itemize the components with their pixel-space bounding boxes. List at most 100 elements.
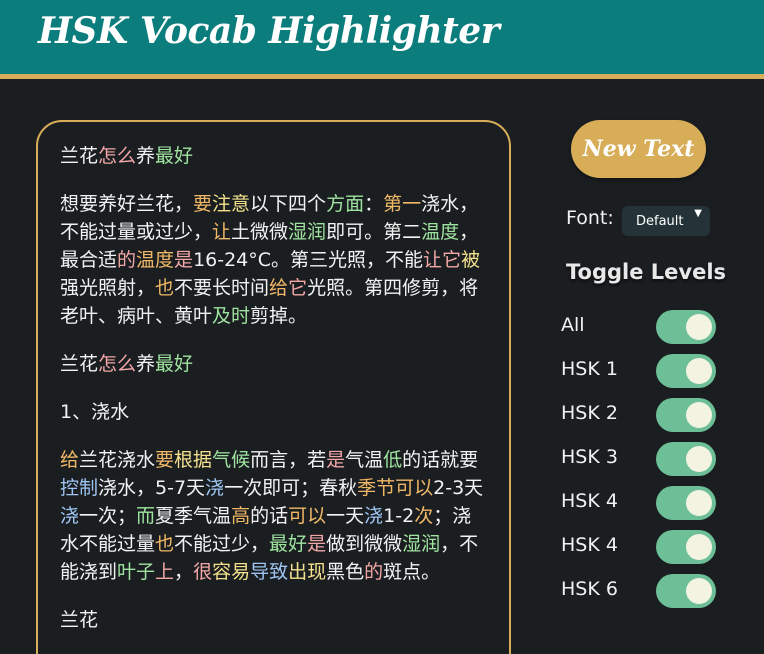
level-toggle-switch[interactable] bbox=[656, 442, 716, 476]
toggle-knob bbox=[686, 490, 712, 516]
vocab-word: 温度 bbox=[421, 221, 460, 243]
text-paragraph: 兰花怎么养最好 bbox=[60, 142, 487, 170]
vocab-word: 气候 bbox=[212, 449, 251, 471]
vocab-word: 可以 bbox=[288, 505, 327, 527]
vocab-word: 它 bbox=[442, 249, 462, 271]
text-segment: 想要养好兰花， bbox=[60, 193, 194, 215]
toggle-knob bbox=[686, 358, 712, 384]
vocab-word: 上 bbox=[155, 561, 175, 583]
text-segment: 1、浇水 bbox=[60, 401, 130, 423]
vocab-word: 浇 bbox=[364, 505, 384, 527]
vocab-word: 怎么 bbox=[98, 353, 137, 375]
vocab-word: 可以 bbox=[395, 477, 434, 499]
font-select[interactable]: Default ▼ bbox=[622, 206, 710, 236]
font-select-value: Default bbox=[636, 213, 684, 229]
vocab-word: 要 bbox=[155, 449, 175, 471]
level-label: All bbox=[561, 314, 585, 336]
text-segment: 不能过少， bbox=[174, 533, 270, 555]
text-segment: 做到微微 bbox=[326, 533, 403, 555]
text-segment: 一次； bbox=[79, 505, 137, 527]
text-segment: 气温 bbox=[345, 449, 384, 471]
text-segment: 一次即可；春秋 bbox=[224, 477, 358, 499]
vocab-word: 也 bbox=[155, 277, 175, 299]
vocab-word: 被 bbox=[461, 249, 481, 271]
app-title: HSK Vocab Highlighter bbox=[38, 10, 500, 52]
text-segment: 兰花 bbox=[60, 609, 99, 631]
header-divider bbox=[0, 74, 764, 79]
level-toggle-switch[interactable] bbox=[656, 486, 716, 520]
vocab-word: 浇 bbox=[205, 477, 225, 499]
vocab-word: 要 bbox=[193, 193, 213, 215]
vocab-word: 低 bbox=[383, 449, 403, 471]
vocab-word: 方面 bbox=[326, 193, 365, 215]
level-row: HSK 1 bbox=[561, 354, 721, 388]
level-row: HSK 2 bbox=[561, 398, 721, 432]
level-label: HSK 3 bbox=[561, 446, 618, 468]
vocab-word: 给 bbox=[269, 277, 289, 299]
toggle-knob bbox=[686, 534, 712, 560]
vocab-word: 是 bbox=[326, 449, 346, 471]
toggle-knob bbox=[686, 446, 712, 472]
level-toggle-switch[interactable] bbox=[656, 530, 716, 564]
toggle-knob bbox=[686, 578, 712, 604]
text-paragraph: 兰花 bbox=[60, 606, 487, 634]
toggle-levels-title: Toggle Levels bbox=[566, 260, 727, 284]
new-text-button[interactable]: New Text bbox=[571, 120, 706, 178]
vocab-word: 也 bbox=[155, 533, 175, 555]
vocab-word: 很 bbox=[193, 561, 213, 583]
level-row: HSK 4 bbox=[561, 486, 721, 520]
vocab-word: 让 bbox=[423, 249, 443, 271]
level-toggle-switch[interactable] bbox=[656, 354, 716, 388]
level-toggle-switch[interactable] bbox=[656, 310, 716, 344]
vocab-word: 湿润 bbox=[288, 221, 327, 243]
level-row: HSK 4 bbox=[561, 530, 721, 564]
vocab-word: 高 bbox=[231, 505, 251, 527]
text-segment: ， bbox=[174, 561, 194, 583]
level-row: All bbox=[561, 310, 721, 344]
level-row: HSK 3 bbox=[561, 442, 721, 476]
vocab-word: 是 bbox=[307, 533, 327, 555]
text-segment: 斑点。 bbox=[383, 561, 441, 583]
text-paragraph: 想要养好兰花，要注意以下四个方面：第一浇水，不能过量或过少，让土微微湿润即可。第… bbox=[60, 190, 487, 330]
text-segment: 一天 bbox=[326, 505, 365, 527]
text-segment: 兰花 bbox=[60, 353, 99, 375]
app-header: HSK Vocab Highlighter bbox=[0, 0, 764, 74]
text-segment: 即可。第二 bbox=[326, 221, 422, 243]
text-segment: 的话就要 bbox=[402, 449, 479, 471]
text-segment: 的话 bbox=[250, 505, 289, 527]
text-segment: 夏季气温 bbox=[155, 505, 232, 527]
vocab-word: 控制 bbox=[60, 477, 99, 499]
vocab-word: 让 bbox=[212, 221, 232, 243]
vocab-word: 季节 bbox=[357, 477, 396, 499]
text-segment: 兰花浇水 bbox=[79, 449, 156, 471]
text-segment: ： bbox=[364, 193, 384, 215]
text-paragraph: 给兰花浇水要根据气候而言，若是气温低的话就要控制浇水，5-7天浇一次即可；春秋季… bbox=[60, 446, 487, 586]
text-panel[interactable]: 兰花怎么养最好 想要养好兰花，要注意以下四个方面：第一浇水，不能过量或过少，让土微… bbox=[36, 120, 511, 654]
text-segment: 1-2 bbox=[383, 505, 415, 527]
toggle-knob bbox=[686, 402, 712, 428]
vocab-word: 叶子 bbox=[117, 561, 156, 583]
level-label: HSK 1 bbox=[561, 358, 618, 380]
level-row: HSK 6 bbox=[561, 574, 721, 608]
vocab-word: 浇 bbox=[60, 505, 80, 527]
vocab-word: 的 bbox=[364, 561, 384, 583]
level-toggle-switch[interactable] bbox=[656, 574, 716, 608]
vocab-word: 及时 bbox=[212, 305, 251, 327]
text-segment: 强光照射， bbox=[60, 277, 156, 299]
text-segment: 养 bbox=[136, 145, 156, 167]
text-paragraph: 1、浇水 bbox=[60, 398, 487, 426]
text-segment: 而言，若 bbox=[250, 449, 327, 471]
font-label: Font: bbox=[566, 207, 614, 229]
vocab-word: 给 bbox=[60, 449, 80, 471]
vocab-word: 它 bbox=[288, 277, 308, 299]
vocab-word: 最好 bbox=[155, 353, 194, 375]
text-segment: 2-3天 bbox=[433, 477, 484, 499]
vocab-word: 最好 bbox=[155, 145, 194, 167]
vocab-word: 温度 bbox=[136, 249, 175, 271]
level-toggle-switch[interactable] bbox=[656, 398, 716, 432]
vocab-word: 导致 bbox=[250, 561, 289, 583]
vocab-word: 容易 bbox=[212, 561, 251, 583]
text-paragraph: 兰花怎么养最好 bbox=[60, 350, 487, 378]
dropdown-caret-icon: ▼ bbox=[694, 208, 702, 219]
vocab-word: 出现 bbox=[288, 561, 327, 583]
